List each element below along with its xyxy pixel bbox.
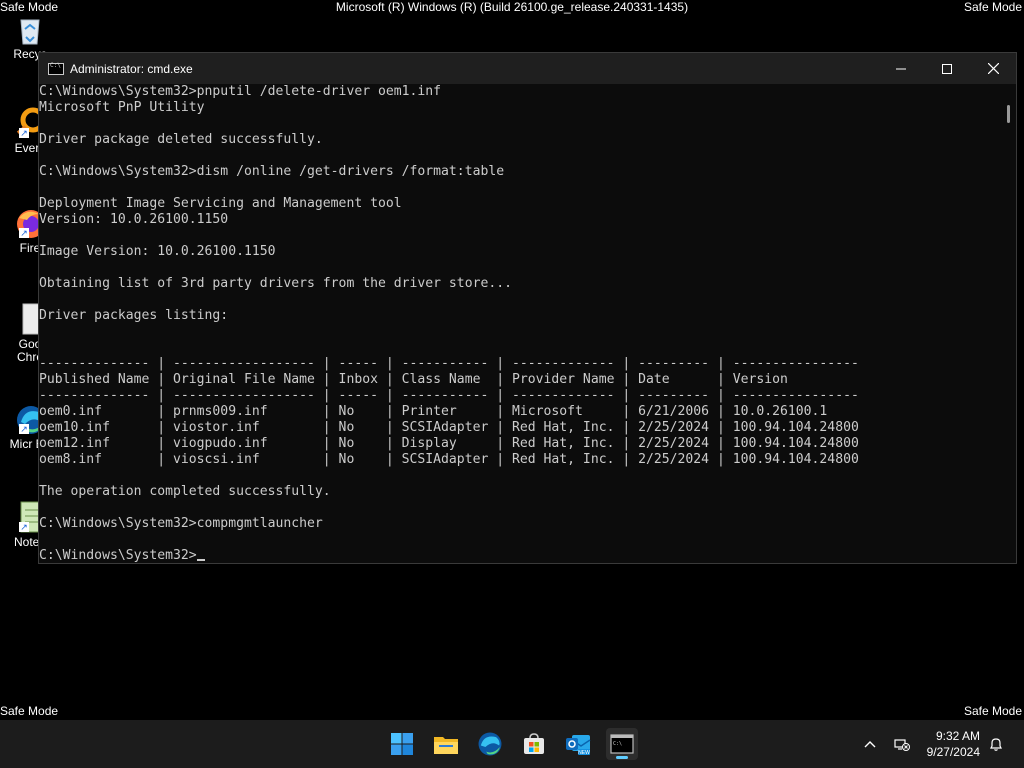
console-line: Obtaining list of 3rd party drivers from… <box>39 276 512 291</box>
console-line: Microsoft PnP Utility <box>39 100 205 115</box>
edge-icon <box>478 732 502 756</box>
window-title: Administrator: cmd.exe <box>70 61 193 76</box>
file-explorer-button[interactable] <box>430 728 462 760</box>
safe-mode-label-bottom-left: Safe Mode <box>0 704 59 718</box>
edge-button[interactable] <box>474 728 506 760</box>
network-disconnected-icon <box>894 739 910 751</box>
scrollbar-thumb[interactable] <box>1007 105 1010 123</box>
network-status-button[interactable] <box>894 720 910 768</box>
console-line: C:\Windows\System32>pnputil /delete-driv… <box>39 84 442 99</box>
outlook-icon: NEW <box>566 735 591 756</box>
minimize-button[interactable] <box>878 53 924 84</box>
text-cursor <box>196 559 205 561</box>
console-line: Image Version: 10.0.26100.1150 <box>39 244 276 259</box>
minimize-icon <box>896 68 906 69</box>
notifications-button[interactable] <box>988 720 1004 768</box>
svg-text:NEW: NEW <box>578 750 590 756</box>
console-line: Deployment Image Servicing and Managemen… <box>39 196 402 211</box>
show-hidden-icons-button[interactable] <box>864 720 876 768</box>
shortcut-arrow-icon: ↗ <box>19 522 29 532</box>
svg-text:C:\: C:\ <box>613 741 622 747</box>
windows-logo-icon <box>391 733 413 755</box>
bell-icon <box>990 738 1002 751</box>
shortcut-arrow-icon: ↗ <box>19 128 29 138</box>
clock[interactable]: 9:32 AM 9/27/2024 <box>927 728 980 760</box>
cmd-icon <box>48 62 64 75</box>
safe-mode-label-top-right: Safe Mode <box>963 0 1022 14</box>
clock-date: 9/27/2024 <box>926 745 980 759</box>
console-line: Published Name | Original File Name | In… <box>39 372 788 387</box>
console-line: Driver packages listing: <box>39 308 229 323</box>
cmd-window[interactable]: Administrator: cmd.exe C:\Windows\System… <box>38 52 1017 564</box>
title-bar[interactable]: Administrator: cmd.exe <box>39 53 1016 84</box>
maximize-button[interactable] <box>924 53 970 84</box>
taskbar: NEW C:\ 9:32 AM 9/27/2024 <box>0 720 1024 768</box>
console-line: Version: 10.0.26100.1150 <box>39 212 229 227</box>
console-line: Driver package deleted successfully. <box>39 132 323 147</box>
console-line: -------------- | ------------------ | --… <box>39 388 859 403</box>
terminal-icon: C:\ <box>610 734 634 754</box>
shortcut-arrow-icon: ↗ <box>19 228 29 238</box>
console-line: C:\Windows\System32>compmgmtlauncher <box>39 516 323 531</box>
store-icon <box>524 733 544 754</box>
close-button[interactable] <box>970 53 1016 84</box>
chevron-up-icon <box>864 741 876 748</box>
outlook-button[interactable]: NEW <box>562 728 594 760</box>
safe-mode-label-bottom-right: Safe Mode <box>963 704 1022 718</box>
console-line: oem0.inf | prnms009.inf | No | Printer |… <box>39 404 828 419</box>
console-line: The operation completed successfully. <box>39 484 331 499</box>
maximize-icon <box>942 63 952 74</box>
terminal-button[interactable]: C:\ <box>606 728 638 760</box>
start-button[interactable] <box>386 728 418 760</box>
build-string: Microsoft (R) Windows (R) (Build 26100.g… <box>335 0 689 14</box>
clock-time: 9:32 AM <box>935 729 980 743</box>
console-line: oem10.inf | viostor.inf | No | SCSIAdapt… <box>39 420 859 435</box>
console-output[interactable]: C:\Windows\System32>pnputil /delete-driv… <box>39 84 1000 563</box>
folder-icon <box>434 737 458 754</box>
store-button[interactable] <box>518 728 550 760</box>
active-app-indicator <box>616 756 628 759</box>
console-line: C:\Windows\System32> <box>39 548 1000 563</box>
recycle-bin-icon <box>13 12 47 46</box>
console-line: C:\Windows\System32>dism /online /get-dr… <box>39 164 505 179</box>
close-icon <box>987 63 999 74</box>
shortcut-arrow-icon: ↗ <box>19 424 29 434</box>
console-line: oem8.inf | vioscsi.inf | No | SCSIAdapte… <box>39 452 859 467</box>
console-line: oem12.inf | viogpudo.inf | No | Display … <box>39 436 859 451</box>
console-line: -------------- | ------------------ | --… <box>39 356 859 371</box>
